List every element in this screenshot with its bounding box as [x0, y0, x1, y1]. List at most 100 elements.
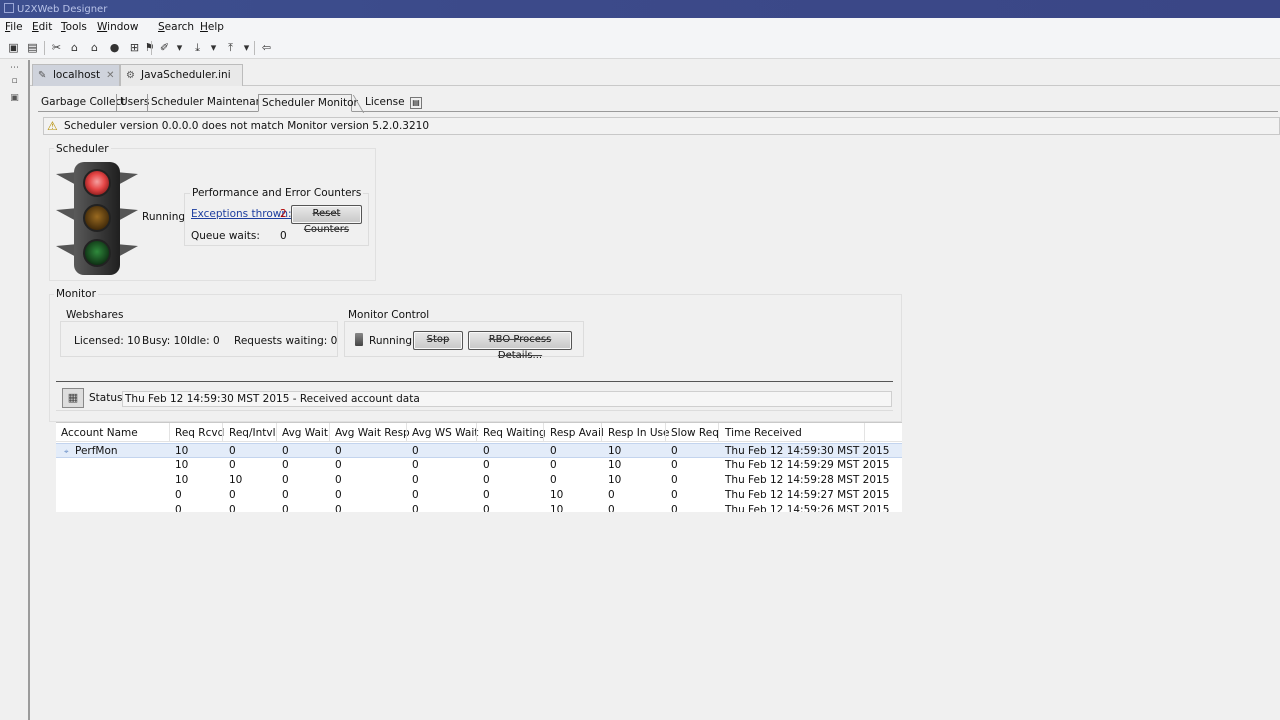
webshares-title: Webshares — [64, 309, 126, 321]
scheduler-status: Running — [142, 211, 186, 223]
toolbar-separator — [151, 41, 152, 55]
chevron-down-icon[interactable]: ▾ — [240, 41, 253, 54]
monitor-control-title: Monitor Control — [346, 309, 432, 321]
toolbar-separator — [254, 41, 255, 55]
exceptions-link[interactable]: Exceptions thrown: — [191, 208, 292, 220]
table-cell: 0 — [282, 504, 289, 512]
monitor-status: Running — [369, 335, 413, 347]
table-cell: 10 — [175, 445, 189, 457]
table-cell: 0 — [282, 474, 289, 486]
flag-icon[interactable]: ⚑ — [143, 41, 156, 54]
editor-tabs: ✎ localhost ✕ ⚙ JavaScheduler.ini — [30, 60, 1280, 86]
save-icon[interactable]: ▣ — [7, 41, 20, 54]
column-divider — [222, 423, 223, 442]
table-cell: 0 — [671, 445, 678, 457]
status-value: Thu Feb 12 14:59:30 MST 2015 - Received … — [122, 391, 892, 407]
status-light-icon — [355, 333, 363, 346]
table-cell: 0 — [671, 504, 678, 512]
table-cell: 0 — [175, 504, 182, 512]
table-cell: 0 — [229, 445, 236, 457]
cut-icon[interactable]: ✂ — [50, 41, 63, 54]
table-cell: 0 — [175, 489, 182, 501]
table-cell: 0 — [483, 474, 490, 486]
table-cell: 0 — [282, 445, 289, 457]
tab-garbage-collect[interactable]: Garbage Collect — [38, 94, 128, 112]
chevron-down-icon[interactable]: ▾ — [173, 41, 186, 54]
column-header[interactable]: Req/Intvl — [229, 427, 276, 439]
toolbar-separator — [44, 41, 45, 55]
table-cell: 10 — [608, 459, 622, 471]
column-header[interactable]: Slow Req — [671, 427, 719, 439]
menu-edit[interactable]: Edit — [32, 21, 52, 33]
rbo-process-details-button[interactable]: RBO Process Details... — [468, 331, 572, 361]
reset-counters-button[interactable]: Reset Counters — [291, 205, 362, 235]
editor-tab-localhost[interactable]: ✎ localhost ✕ — [32, 64, 120, 86]
lock-icon[interactable]: ⌂ — [68, 41, 81, 54]
table-row[interactable]: 10 0 0 0 0 0 0 10 0 Thu Feb 12 14:59:29 MST 2015 — [56, 458, 902, 473]
stop-icon[interactable]: ● — [108, 41, 121, 54]
table-cell: 0 — [282, 489, 289, 501]
back-icon[interactable]: ⇦ — [260, 41, 273, 54]
refresh-icon[interactable]: ▦ — [62, 388, 84, 408]
save-all-icon[interactable]: ▤ — [26, 41, 39, 54]
table-row[interactable]: 0 0 0 0 0 0 10 0 0 Thu Feb 12 14:59:27 MST 2015 — [56, 488, 902, 503]
outline-icon[interactable]: ▫ — [9, 76, 20, 87]
monitor-group-title: Monitor — [54, 288, 98, 300]
table-cell: 0 — [282, 459, 289, 471]
table-cell: 10 — [608, 474, 622, 486]
debug-icon[interactable]: ⤒ — [224, 41, 237, 54]
idle-count: Idle: 0 — [187, 335, 220, 347]
file-icon: ⚙ — [126, 70, 135, 81]
import-icon[interactable]: ⊞ — [128, 41, 141, 54]
table-cell: 10 — [175, 459, 189, 471]
column-header[interactable]: Avg Wait — [282, 427, 328, 439]
stop-label: Stop — [426, 334, 450, 345]
table-cell: 0 — [483, 445, 490, 457]
table-cell: 0 — [671, 489, 678, 501]
warning-icon: ⚠ — [47, 119, 58, 133]
menu-bar: File Edit Tools Window Search Help — [0, 18, 1280, 37]
chevron-down-icon[interactable]: ▾ — [207, 41, 220, 54]
menu-help[interactable]: Help — [200, 21, 224, 33]
queue-waits-value: 0 — [280, 230, 287, 242]
menu-search[interactable]: Search — [158, 21, 194, 33]
reset-counters-label: Reset Counters — [303, 208, 350, 235]
tab-scheduler-monitor[interactable]: Scheduler Monitor — [258, 94, 365, 113]
licensed-count: Licensed: 10 — [74, 335, 141, 347]
column-header[interactable]: Req Rcvd — [175, 427, 224, 439]
close-icon[interactable]: ✕ — [106, 70, 114, 81]
menu-window[interactable]: Window — [97, 21, 138, 33]
tab-license[interactable]: License — [362, 94, 408, 112]
save-icon[interactable]: ▤ — [410, 97, 422, 109]
table-row[interactable]: ⌖ PerfMon 10 0 0 0 0 0 0 10 0 Thu Feb 12 14:59:30 M… — [56, 443, 902, 458]
column-header[interactable]: Resp Avail — [550, 427, 604, 439]
column-header[interactable]: Avg Wait Resp — [335, 427, 410, 439]
content-area: Garbage Collect Users Scheduler Maintena… — [34, 87, 1280, 720]
menu-tools[interactable]: Tools — [61, 21, 87, 33]
table-cell: 0 — [335, 459, 342, 471]
panel-tabs: Garbage Collect Users Scheduler Maintena… — [38, 90, 1278, 113]
package-icon[interactable]: ▣ — [9, 93, 20, 104]
column-divider — [543, 423, 544, 442]
column-header[interactable]: Avg WS Wait — [412, 427, 478, 439]
unlock-icon[interactable]: ⌂ — [88, 41, 101, 54]
table-cell: 0 — [483, 459, 490, 471]
table-cell: 0 — [412, 474, 419, 486]
table-cell: 0 — [483, 489, 490, 501]
column-header[interactable]: Time Received — [725, 427, 802, 439]
table-row[interactable]: 10 10 0 0 0 0 0 10 0 Thu Feb 12 14:59:28 MST 2015 — [56, 473, 902, 488]
column-header[interactable]: Req Waiting — [483, 427, 546, 439]
menu-file[interactable]: File — [5, 21, 23, 33]
restore-icon[interactable]: ⋯ — [9, 63, 20, 74]
table-row[interactable]: 0 0 0 0 0 0 10 0 0 Thu Feb 12 14:59:26 MST 2015 — [56, 503, 902, 512]
stop-button[interactable]: Stop — [413, 331, 463, 350]
column-divider — [169, 423, 170, 442]
table-cell: 10 — [608, 445, 622, 457]
table-cell: 0 — [412, 489, 419, 501]
editor-tab-javascheduler[interactable]: ⚙ JavaScheduler.ini — [120, 64, 243, 86]
wand-icon[interactable]: ✐ — [158, 41, 171, 54]
run-icon[interactable]: ⤓ — [191, 41, 204, 54]
column-header[interactable]: Resp In Use — [608, 427, 669, 439]
column-header[interactable]: Account Name — [61, 427, 138, 439]
table-cell: 10 — [550, 504, 564, 512]
